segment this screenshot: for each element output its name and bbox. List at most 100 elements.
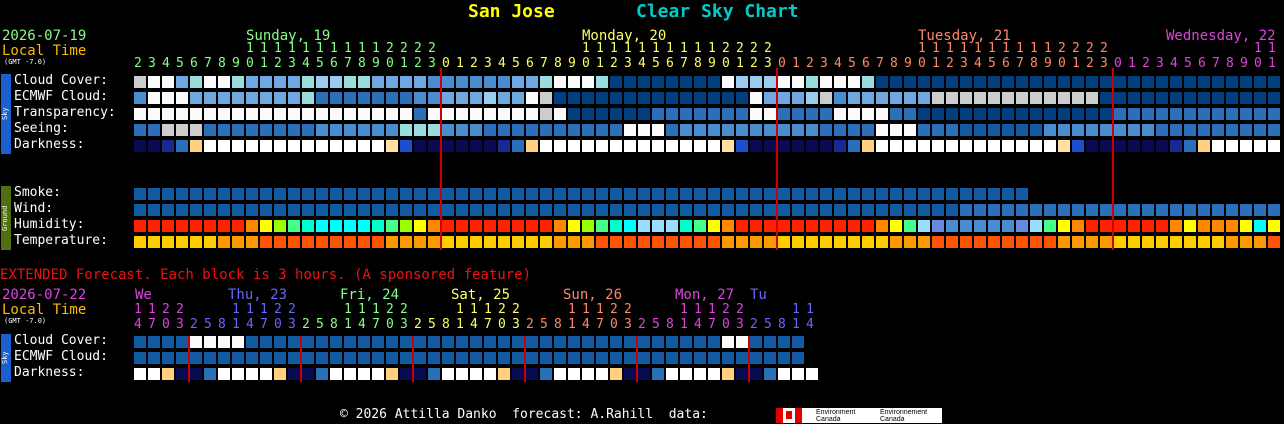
ext-darkness-cell[interactable] xyxy=(652,368,664,380)
smoke-cell[interactable] xyxy=(442,188,454,200)
humidity-cell[interactable] xyxy=(946,220,958,232)
cloud-cover-cell[interactable] xyxy=(1268,76,1280,88)
ext-cloud-cover-cell[interactable] xyxy=(694,336,706,348)
ecmwf-cloud-cell[interactable] xyxy=(484,92,496,104)
ext-ecmwf-cloud-cell[interactable] xyxy=(288,352,300,364)
cloud-cover-cell[interactable] xyxy=(1142,76,1154,88)
ext-darkness-cell[interactable] xyxy=(736,368,748,380)
ext-darkness-cell[interactable] xyxy=(750,368,762,380)
seeing-cell[interactable] xyxy=(456,124,468,136)
ecmwf-cloud-cell[interactable] xyxy=(344,92,356,104)
cloud-cover-cell[interactable] xyxy=(1086,76,1098,88)
ecmwf-cloud-cell[interactable] xyxy=(358,92,370,104)
darkness-cell[interactable] xyxy=(946,140,958,152)
smoke-cell[interactable] xyxy=(946,188,958,200)
transparency-cell[interactable] xyxy=(764,108,776,120)
temperature-cell[interactable] xyxy=(498,236,510,248)
wind-cell[interactable] xyxy=(470,204,482,216)
humidity-cell[interactable] xyxy=(792,220,804,232)
ecmwf-cloud-cell[interactable] xyxy=(694,92,706,104)
wind-cell[interactable] xyxy=(666,204,678,216)
darkness-cell[interactable] xyxy=(1100,140,1112,152)
temperature-cell[interactable] xyxy=(428,236,440,248)
ext-ecmwf-cloud-cell[interactable] xyxy=(666,352,678,364)
temperature-cell[interactable] xyxy=(764,236,776,248)
ecmwf-cloud-cell[interactable] xyxy=(386,92,398,104)
humidity-cell[interactable] xyxy=(1128,220,1140,232)
humidity-cell[interactable] xyxy=(652,220,664,232)
ext-cloud-cover-cell[interactable] xyxy=(372,336,384,348)
smoke-cell[interactable] xyxy=(1002,188,1014,200)
darkness-cell[interactable] xyxy=(204,140,216,152)
cloud-cover-cell[interactable] xyxy=(666,76,678,88)
transparency-cell[interactable] xyxy=(582,108,594,120)
ecmwf-cloud-cell[interactable] xyxy=(512,92,524,104)
ext-ecmwf-cloud-cell[interactable] xyxy=(386,352,398,364)
wind-cell[interactable] xyxy=(134,204,146,216)
ecmwf-cloud-cell[interactable] xyxy=(974,92,986,104)
humidity-cell[interactable] xyxy=(330,220,342,232)
temperature-cell[interactable] xyxy=(274,236,286,248)
transparency-cell[interactable] xyxy=(1002,108,1014,120)
ext-ecmwf-cloud-cell[interactable] xyxy=(610,352,622,364)
seeing-cell[interactable] xyxy=(778,124,790,136)
wind-cell[interactable] xyxy=(1016,204,1028,216)
smoke-cell[interactable] xyxy=(260,188,272,200)
ext-darkness-cell[interactable] xyxy=(694,368,706,380)
humidity-cell[interactable] xyxy=(526,220,538,232)
darkness-cell[interactable] xyxy=(288,140,300,152)
wind-cell[interactable] xyxy=(218,204,230,216)
smoke-cell[interactable] xyxy=(582,188,594,200)
ecmwf-cloud-cell[interactable] xyxy=(134,92,146,104)
wind-cell[interactable] xyxy=(484,204,496,216)
transparency-cell[interactable] xyxy=(624,108,636,120)
ext-ecmwf-cloud-cell[interactable] xyxy=(540,352,552,364)
seeing-cell[interactable] xyxy=(694,124,706,136)
ecmwf-cloud-cell[interactable] xyxy=(1016,92,1028,104)
ext-ecmwf-cloud-cell[interactable] xyxy=(232,352,244,364)
ext-ecmwf-cloud-cell[interactable] xyxy=(736,352,748,364)
humidity-cell[interactable] xyxy=(190,220,202,232)
cloud-cover-cell[interactable] xyxy=(582,76,594,88)
seeing-cell[interactable] xyxy=(1212,124,1224,136)
temperature-cell[interactable] xyxy=(1254,236,1266,248)
temperature-cell[interactable] xyxy=(582,236,594,248)
cloud-cover-cell[interactable] xyxy=(848,76,860,88)
seeing-cell[interactable] xyxy=(834,124,846,136)
temperature-cell[interactable] xyxy=(288,236,300,248)
transparency-cell[interactable] xyxy=(456,108,468,120)
ext-cloud-cover-cell[interactable] xyxy=(358,336,370,348)
wind-cell[interactable] xyxy=(344,204,356,216)
darkness-cell[interactable] xyxy=(904,140,916,152)
darkness-cell[interactable] xyxy=(316,140,328,152)
ext-cloud-cover-cell[interactable] xyxy=(736,336,748,348)
transparency-cell[interactable] xyxy=(680,108,692,120)
temperature-cell[interactable] xyxy=(400,236,412,248)
ext-darkness-cell[interactable] xyxy=(624,368,636,380)
ecmwf-cloud-cell[interactable] xyxy=(652,92,664,104)
wind-cell[interactable] xyxy=(694,204,706,216)
wind-cell[interactable] xyxy=(848,204,860,216)
temperature-cell[interactable] xyxy=(652,236,664,248)
humidity-cell[interactable] xyxy=(302,220,314,232)
humidity-cell[interactable] xyxy=(638,220,650,232)
cloud-cover-cell[interactable] xyxy=(1072,76,1084,88)
darkness-cell[interactable] xyxy=(358,140,370,152)
smoke-cell[interactable] xyxy=(596,188,608,200)
cloud-cover-cell[interactable] xyxy=(932,76,944,88)
cloud-cover-cell[interactable] xyxy=(204,76,216,88)
cloud-cover-cell[interactable] xyxy=(1044,76,1056,88)
ecmwf-cloud-cell[interactable] xyxy=(526,92,538,104)
seeing-cell[interactable] xyxy=(148,124,160,136)
humidity-cell[interactable] xyxy=(260,220,272,232)
humidity-cell[interactable] xyxy=(778,220,790,232)
smoke-cell[interactable] xyxy=(960,188,972,200)
ecmwf-cloud-cell[interactable] xyxy=(316,92,328,104)
wind-cell[interactable] xyxy=(1058,204,1070,216)
smoke-cell[interactable] xyxy=(778,188,790,200)
transparency-cell[interactable] xyxy=(1128,108,1140,120)
ext-darkness-cell[interactable] xyxy=(610,368,622,380)
humidity-cell[interactable] xyxy=(1016,220,1028,232)
darkness-cell[interactable] xyxy=(750,140,762,152)
darkness-cell[interactable] xyxy=(400,140,412,152)
